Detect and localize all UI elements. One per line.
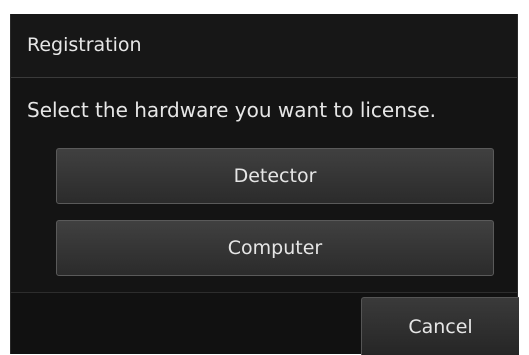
cancel-button-label: Cancel (408, 315, 473, 338)
computer-button-label: Computer (227, 237, 323, 259)
registration-dialog: Registration Select the hardware you wan… (10, 14, 519, 355)
detector-button-label: Detector (233, 165, 317, 187)
dialog-title: Registration (27, 34, 142, 56)
computer-button[interactable]: Computer (56, 220, 494, 276)
dialog-prompt: Select the hardware you want to license. (27, 98, 436, 122)
dialog-title-bar: Registration (11, 14, 517, 78)
detector-button[interactable]: Detector (56, 148, 494, 204)
dialog-footer: Cancel (11, 292, 519, 355)
cancel-button[interactable]: Cancel (361, 297, 519, 355)
